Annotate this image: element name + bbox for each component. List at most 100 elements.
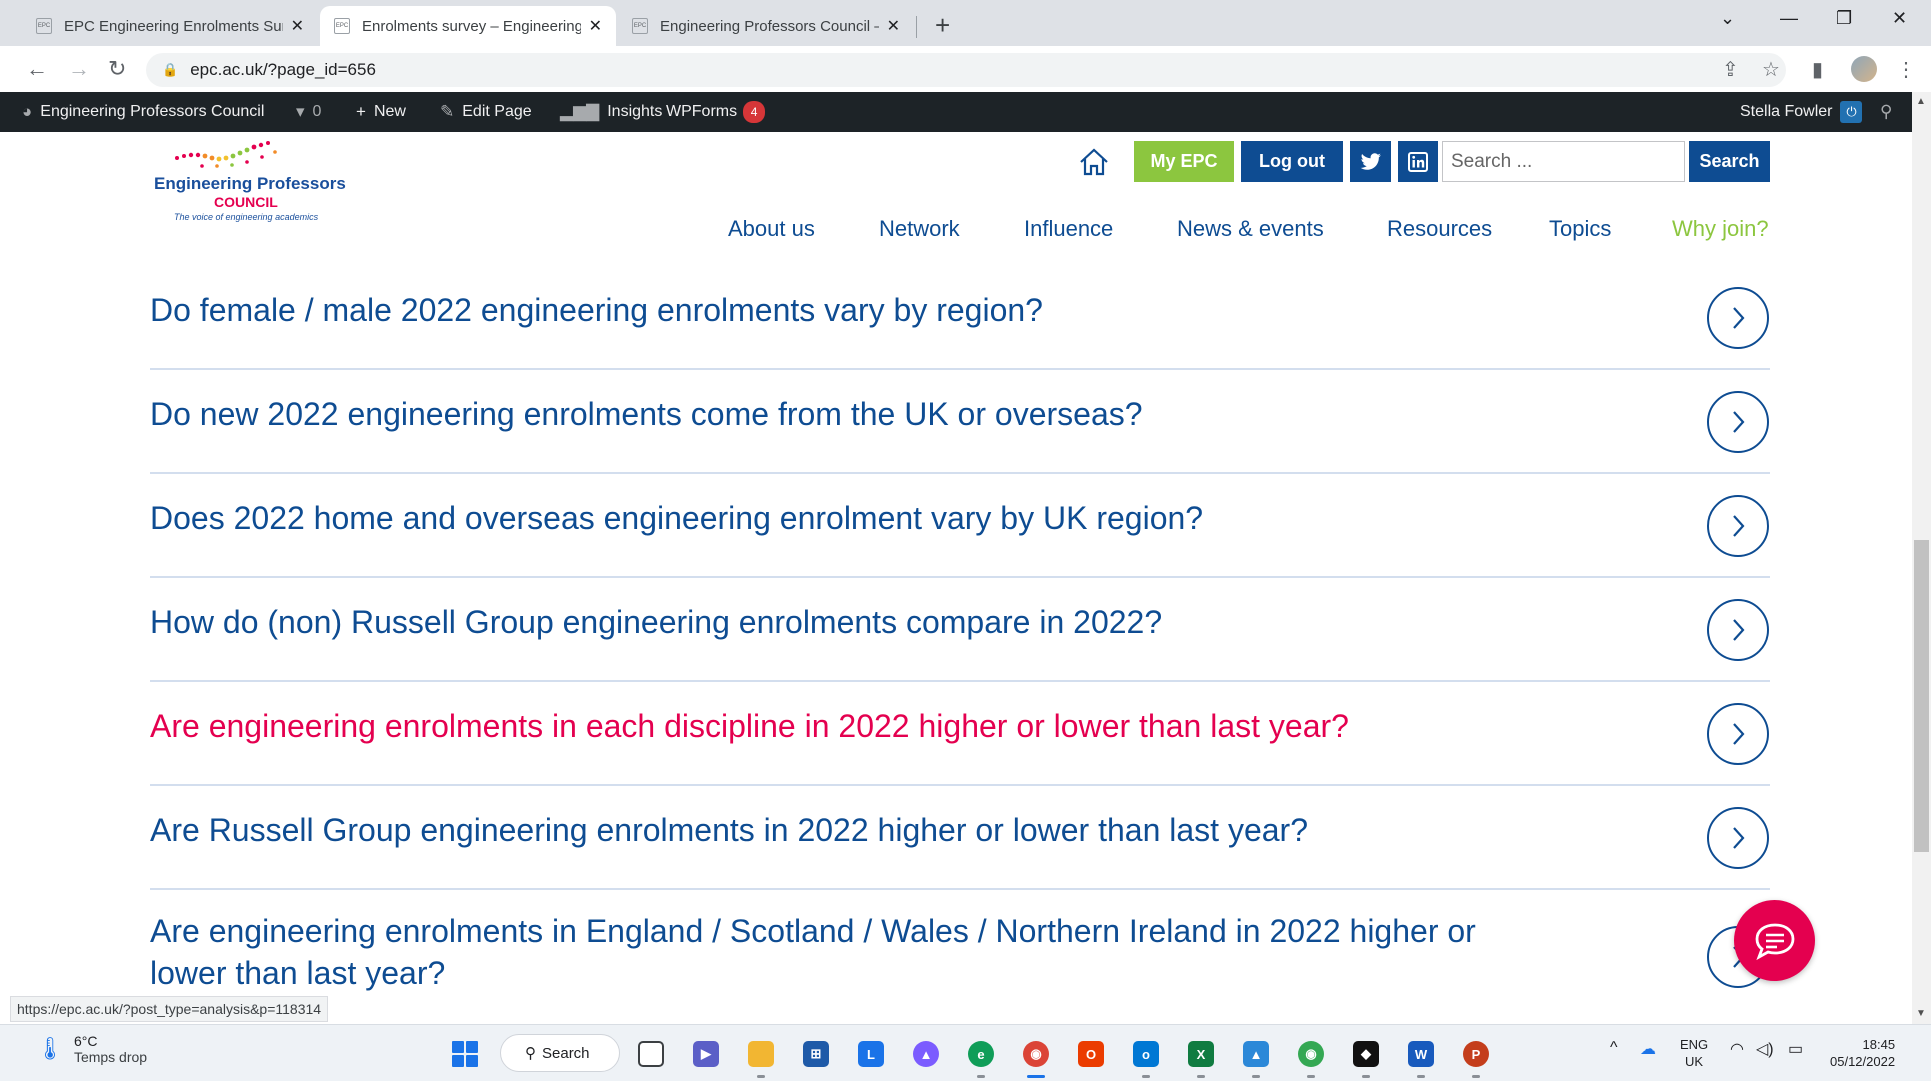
- tray-overflow-chevron-icon[interactable]: ^: [1610, 1039, 1618, 1057]
- address-url: epc.ac.uk/?page_id=656: [190, 60, 376, 79]
- photos-icon[interactable]: ▲: [1243, 1041, 1269, 1067]
- admin-edit-page[interactable]: ✎ Edit Page: [440, 92, 532, 132]
- question-row[interactable]: Are engineering enrolments in England / …: [150, 890, 1770, 1030]
- chrome-profile-icon[interactable]: ◉: [1298, 1041, 1324, 1067]
- input-language[interactable]: ENG UK: [1680, 1036, 1708, 1070]
- powerpoint-icon[interactable]: P: [1463, 1041, 1489, 1067]
- question-row[interactable]: Do new 2022 engineering enrolments come …: [150, 370, 1770, 474]
- question-title[interactable]: Are Russell Group engineering enrolments…: [150, 786, 1550, 851]
- admin-site-name[interactable]: ◕ Engineering Professors Council: [22, 92, 264, 132]
- site-search-input[interactable]: [1442, 141, 1685, 182]
- l-app-icon[interactable]: L: [858, 1041, 884, 1067]
- tab-epc-survey[interactable]: EPC EPC Engineering Enrolments Surv ✕: [22, 6, 318, 46]
- profile-avatar[interactable]: [1851, 56, 1877, 82]
- nav-influence[interactable]: Influence: [1024, 216, 1113, 246]
- nav-network[interactable]: Network: [879, 216, 960, 246]
- volume-icon[interactable]: ◁): [1756, 1039, 1774, 1059]
- chevron-right-icon[interactable]: [1707, 287, 1769, 349]
- chevron-right-icon[interactable]: [1707, 599, 1769, 661]
- admin-user-account[interactable]: Stella Fowler ⏻: [1740, 92, 1863, 132]
- chevron-right-icon[interactable]: [1707, 495, 1769, 557]
- chrome-browser-icon[interactable]: ◉: [1023, 1041, 1049, 1067]
- microsoft-store-icon[interactable]: ⊞: [803, 1041, 829, 1067]
- tab-search-chevron-icon[interactable]: ⌄: [1720, 8, 1735, 29]
- admin-insights[interactable]: ▂▆▇ Insights: [560, 92, 662, 132]
- question-title[interactable]: Does 2022 home and overseas engineering …: [150, 474, 1550, 539]
- share-icon[interactable]: ⇪: [1722, 57, 1739, 82]
- home-icon[interactable]: [1078, 146, 1110, 178]
- question-title[interactable]: Are engineering enrolments in England / …: [150, 890, 1510, 994]
- office-icon[interactable]: O: [1078, 1041, 1104, 1067]
- close-tab-icon[interactable]: ✕: [291, 16, 304, 36]
- log-out-button[interactable]: Log out: [1241, 141, 1343, 182]
- nav-news-events[interactable]: News & events: [1177, 216, 1324, 246]
- system-clock[interactable]: 18:45 05/12/2022: [1830, 1036, 1895, 1070]
- scrollbar-thumb[interactable]: [1914, 540, 1929, 852]
- back-arrow-icon[interactable]: ←: [26, 56, 48, 82]
- start-windows-icon[interactable]: [452, 1041, 478, 1067]
- question-title[interactable]: How do (non) Russell Group engineering e…: [150, 578, 1550, 643]
- close-tab-icon[interactable]: ✕: [887, 16, 900, 36]
- linkedin-button[interactable]: [1398, 141, 1438, 182]
- admin-new[interactable]: + New: [356, 92, 406, 132]
- site-search-button[interactable]: Search: [1689, 141, 1770, 182]
- chevron-right-icon[interactable]: [1707, 807, 1769, 869]
- chat-button[interactable]: [1734, 900, 1815, 981]
- forward-arrow-icon[interactable]: →: [68, 56, 90, 82]
- close-window-icon[interactable]: ✕: [1892, 8, 1907, 29]
- bookmark-star-icon[interactable]: ☆: [1762, 57, 1780, 82]
- restore-icon[interactable]: ❐: [1836, 8, 1852, 29]
- tab-epc-council[interactable]: EPC Engineering Professors Council – ✕: [618, 6, 914, 46]
- taskbar-search[interactable]: ⚲ Search: [500, 1034, 620, 1072]
- question-row[interactable]: Are Russell Group engineering enrolments…: [150, 786, 1770, 890]
- onedrive-cloud-icon[interactable]: ☁: [1640, 1039, 1656, 1059]
- minimize-icon[interactable]: —: [1780, 8, 1798, 29]
- tab-enrolments-survey[interactable]: EPC Enrolments survey – Engineering ✕: [320, 6, 616, 46]
- side-panel-icon[interactable]: ▮: [1812, 57, 1823, 82]
- chevron-right-icon[interactable]: [1707, 391, 1769, 453]
- browser-menu-icon[interactable]: ⋮: [1896, 57, 1916, 82]
- question-title[interactable]: Do female / male 2022 engineering enrolm…: [150, 266, 1550, 331]
- outlook-icon[interactable]: o: [1133, 1041, 1159, 1067]
- epc-logo[interactable]: Engineering Professors COUNCIL The voice…: [150, 134, 350, 234]
- search-icon: ⚲: [525, 1045, 536, 1062]
- chevron-right-icon[interactable]: [1707, 703, 1769, 765]
- question-row[interactable]: Does 2022 home and overseas engineering …: [150, 474, 1770, 578]
- battery-icon[interactable]: ▭: [1788, 1039, 1803, 1059]
- site-name-label: Engineering Professors Council: [40, 103, 265, 120]
- task-view-icon[interactable]: [638, 1041, 664, 1067]
- windows-taskbar: 🌡 6°C Temps drop ⚲ Search ▶ ⊞ L ▲ e ◉ O …: [0, 1024, 1931, 1081]
- teams-chat-icon[interactable]: ▶: [693, 1041, 719, 1067]
- word-icon[interactable]: W: [1408, 1041, 1434, 1067]
- my-epc-button[interactable]: My EPC: [1134, 141, 1234, 182]
- logo-tagline: The voice of engineering academics: [174, 212, 319, 222]
- reload-icon[interactable]: ↻: [108, 56, 126, 82]
- admin-comments[interactable]: ▾ 0: [296, 92, 321, 132]
- new-tab-plus-icon[interactable]: +: [935, 10, 950, 41]
- nav-resources[interactable]: Resources: [1387, 216, 1492, 246]
- question-title[interactable]: Are engineering enrolments in each disci…: [150, 682, 1550, 747]
- close-tab-icon[interactable]: ✕: [589, 16, 602, 36]
- tab-title: Enrolments survey – Engineering: [362, 17, 581, 35]
- admin-wpforms[interactable]: WPForms 4: [666, 92, 766, 132]
- excel-icon[interactable]: X: [1188, 1041, 1214, 1067]
- nav-topics[interactable]: Topics: [1549, 216, 1611, 246]
- scroll-down-arrow-icon[interactable]: ▼: [1916, 1008, 1926, 1019]
- admin-search-icon[interactable]: ⚲: [1880, 92, 1892, 132]
- triangle-app-icon[interactable]: ▲: [913, 1041, 939, 1067]
- taskbar-search-label: Search: [542, 1044, 590, 1062]
- file-explorer-icon[interactable]: [748, 1041, 774, 1067]
- edge-browser-icon[interactable]: e: [968, 1041, 994, 1067]
- question-title[interactable]: Do new 2022 engineering enrolments come …: [150, 370, 1550, 435]
- question-row[interactable]: Do female / male 2022 engineering enrolm…: [150, 266, 1770, 370]
- nav-about-us[interactable]: About us: [728, 216, 815, 246]
- scroll-up-arrow-icon[interactable]: ▲: [1916, 96, 1926, 107]
- question-row-hovered[interactable]: Are engineering enrolments in each disci…: [150, 682, 1770, 786]
- question-row[interactable]: How do (non) Russell Group engineering e…: [150, 578, 1770, 682]
- twitter-button[interactable]: [1350, 141, 1391, 182]
- weather-widget[interactable]: 🌡 6°C Temps drop: [36, 1033, 147, 1065]
- nav-why-join[interactable]: Why join?: [1672, 216, 1769, 246]
- wifi-icon[interactable]: ◠: [1730, 1039, 1744, 1059]
- address-bar[interactable]: 🔒 epc.ac.uk/?page_id=656: [146, 53, 1786, 87]
- diamond-app-icon[interactable]: ◆: [1353, 1041, 1379, 1067]
